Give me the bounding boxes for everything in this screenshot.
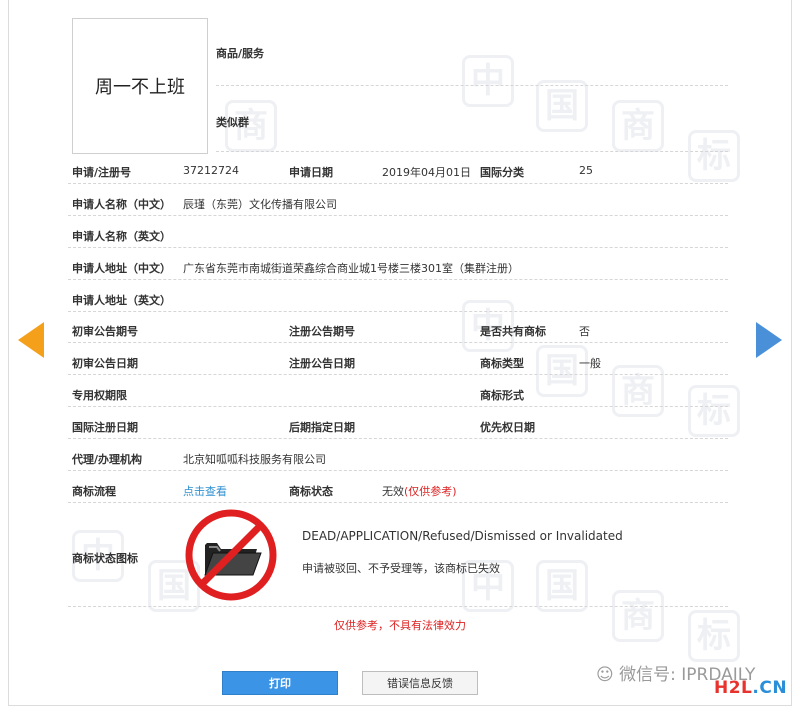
h2l-logo-domain: .CN (752, 678, 788, 698)
reg-notice-date-label: 注册公告日期 (289, 357, 355, 370)
divider (68, 279, 728, 280)
agent-value: 北京知呱呱科技服务有限公司 (183, 453, 326, 466)
trademark-image-text: 周一不上班 (95, 77, 185, 98)
next-arrow-icon[interactable] (756, 322, 782, 358)
watermark-char: 中 (462, 55, 514, 107)
mark-type-value: 一般 (579, 357, 601, 370)
divider (68, 470, 728, 471)
h2l-logo: H2L.CN (714, 678, 787, 698)
watermark-char: 标 (688, 130, 740, 182)
divider (68, 183, 728, 184)
divider (68, 247, 728, 248)
divider (68, 502, 728, 503)
dead-folder-forbidden-icon (185, 509, 277, 601)
divider (216, 85, 728, 86)
watermark-char: 国 (536, 560, 588, 612)
divider (68, 606, 728, 607)
priority-label: 优先权日期 (480, 421, 535, 434)
form-label: 商标形式 (480, 389, 524, 402)
watermark-char: 商 (612, 100, 664, 152)
class-label: 国际分类 (480, 166, 524, 179)
intl-date-label: 国际注册日期 (72, 421, 138, 434)
status-text: 无效 (382, 485, 404, 498)
goods-services-label: 商品/服务 (216, 47, 265, 60)
divider (68, 311, 728, 312)
watermark-char: 标 (688, 385, 740, 437)
divider (216, 151, 728, 152)
wechat-icon: ☺ (596, 665, 614, 685)
app-date-value: 2019年04月01日 (382, 166, 471, 179)
divider (68, 438, 728, 439)
shared-label: 是否共有商标 (480, 325, 546, 338)
applicant-cn-value: 辰瑾（东莞）文化传播有限公司 (183, 198, 337, 211)
shared-value: 否 (579, 325, 590, 338)
divider (68, 406, 728, 407)
trademark-image: 周一不上班 (72, 18, 208, 154)
disclaimer-text: 仅供参考，不具有法律效力 (334, 619, 466, 632)
status-cn-text: 申请被驳回、不予受理等，该商标已失效 (302, 562, 500, 575)
address-cn-label: 申请人地址（中文） (72, 262, 171, 275)
divider (68, 374, 728, 375)
status-note: (仅供参考) (404, 485, 457, 498)
reg-no-value: 37212724 (183, 164, 239, 177)
agent-label: 代理/办理机构 (72, 453, 143, 466)
watermark-char: 国 (536, 345, 588, 397)
watermark-char: 标 (688, 610, 740, 662)
reg-no-label: 申请/注册号 (72, 166, 132, 179)
error-feedback-button[interactable]: 错误信息反馈 (362, 671, 478, 695)
reg-notice-no-label: 注册公告期号 (289, 325, 355, 338)
divider (68, 215, 728, 216)
flow-view-link[interactable]: 点击查看 (183, 483, 227, 499)
prelim-no-label: 初审公告期号 (72, 325, 138, 338)
previous-arrow-icon[interactable] (18, 322, 44, 358)
divider (68, 342, 728, 343)
prelim-date-label: 初审公告日期 (72, 357, 138, 370)
watermark-char: 国 (536, 80, 588, 132)
flow-label: 商标流程 (72, 485, 116, 498)
later-date-label: 后期指定日期 (289, 421, 355, 434)
similar-group-label: 类似群 (216, 116, 249, 129)
applicant-en-label: 申请人名称（英文） (72, 230, 171, 243)
address-cn-value: 广东省东莞市南城街道荣鑫综合商业城1号楼三楼301室（集群注册） (183, 262, 519, 275)
h2l-logo-text: H2L (714, 678, 753, 698)
applicant-cn-label: 申请人名称（中文） (72, 198, 171, 211)
app-date-label: 申请日期 (289, 166, 333, 179)
class-value: 25 (579, 164, 593, 177)
mark-type-label: 商标类型 (480, 357, 524, 370)
watermark-char: 商 (612, 590, 664, 642)
status-icon-label: 商标状态图标 (72, 552, 138, 565)
status-label: 商标状态 (289, 485, 333, 498)
status-value: 无效(仅供参考) (382, 483, 457, 499)
term-label: 专用权期限 (72, 389, 127, 402)
watermark-char: 商 (612, 365, 664, 417)
status-en-text: DEAD/APPLICATION/Refused/Dismissed or In… (302, 529, 623, 543)
address-en-label: 申请人地址（英文） (72, 294, 171, 307)
print-button[interactable]: 打印 (222, 671, 338, 695)
